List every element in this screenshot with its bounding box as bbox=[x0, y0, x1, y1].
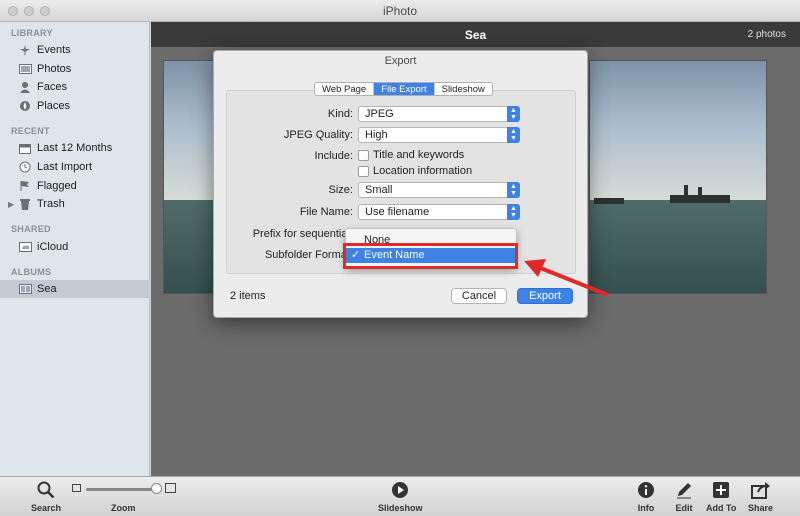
calendar-icon bbox=[18, 142, 32, 154]
title-keywords-checkbox[interactable] bbox=[358, 150, 369, 161]
sidebar-item-faces[interactable]: Faces bbox=[0, 78, 150, 96]
play-icon bbox=[391, 479, 409, 501]
sidebar-item-label: iCloud bbox=[37, 241, 69, 253]
photos-icon bbox=[18, 63, 32, 75]
sidebar-item-label: Last Import bbox=[37, 161, 93, 173]
prefix-label: Prefix for sequential: bbox=[252, 228, 353, 240]
sidebar-item-label: Photos bbox=[37, 63, 72, 75]
chevron-updown-icon: ▲ ▼ bbox=[507, 106, 520, 122]
clock-icon bbox=[18, 161, 32, 173]
file-name-select[interactable]: Use filename ▲ ▼ bbox=[358, 204, 520, 220]
jpeg-quality-label: JPEG Quality: bbox=[283, 129, 353, 141]
tab-web-page[interactable]: Web Page bbox=[315, 83, 375, 95]
flag-icon bbox=[18, 180, 32, 192]
kind-select[interactable]: JPEG ▲ ▼ bbox=[358, 106, 520, 122]
add-to-button[interactable]: Add To bbox=[706, 479, 736, 513]
photo-count: 2 photos bbox=[747, 29, 786, 40]
share-label: Share bbox=[748, 503, 774, 513]
sidebar-item-last-12-months[interactable]: Last 12 Months bbox=[0, 139, 150, 157]
share-icon bbox=[750, 479, 771, 501]
sidebar-item-label: Trash bbox=[37, 198, 65, 210]
sidebar-item-label: Flagged bbox=[37, 180, 77, 192]
places-icon bbox=[18, 100, 32, 112]
section-heading-albums: ALBUMS bbox=[11, 267, 52, 277]
chevron-updown-icon: ▲ ▼ bbox=[507, 204, 520, 220]
annotation-highlight-box bbox=[343, 243, 518, 269]
slideshow-button[interactable]: Slideshow bbox=[378, 479, 423, 513]
items-count: 2 items bbox=[230, 290, 266, 302]
sidebar-item-label: Places bbox=[37, 100, 71, 112]
sidebar-item-photos[interactable]: Photos bbox=[0, 60, 150, 78]
trash-icon bbox=[18, 198, 32, 210]
sidebar-item-last-import[interactable]: Last Import bbox=[0, 158, 150, 176]
main-header: Sea 2 photos bbox=[151, 22, 800, 47]
add-to-label: Add To bbox=[706, 503, 737, 513]
share-button[interactable]: Share bbox=[748, 479, 773, 513]
tab-file-export[interactable]: File Export bbox=[374, 83, 435, 95]
zoom-slider-knob[interactable] bbox=[151, 483, 162, 494]
sidebar-item-events[interactable]: Events bbox=[0, 41, 150, 59]
section-heading-shared: SHARED bbox=[11, 224, 51, 234]
dialog-title: Export bbox=[384, 55, 417, 67]
edit-button[interactable]: Edit bbox=[675, 479, 693, 513]
section-heading-recent: RECENT bbox=[11, 126, 50, 136]
info-icon bbox=[637, 479, 655, 501]
size-value: Small bbox=[365, 184, 393, 196]
size-label: Size: bbox=[328, 184, 353, 196]
export-tabs: Web Page File Export Slideshow bbox=[314, 82, 493, 96]
info-label: Info bbox=[637, 503, 655, 513]
sidebar-item-sea[interactable]: Sea bbox=[0, 280, 150, 298]
include-label: Include: bbox=[314, 150, 353, 162]
chevron-updown-icon: ▲ ▼ bbox=[507, 182, 520, 198]
chevron-updown-icon: ▲ ▼ bbox=[507, 127, 520, 143]
sidebar-item-label: Events bbox=[37, 44, 71, 56]
jpeg-quality-value: High bbox=[365, 129, 388, 141]
file-name-value: Use filename bbox=[365, 206, 430, 218]
search-icon bbox=[37, 479, 55, 501]
jpeg-quality-select[interactable]: High ▲ ▼ bbox=[358, 127, 520, 143]
search-label: Search bbox=[31, 503, 62, 513]
events-icon bbox=[18, 44, 32, 56]
photo-thumbnail-2[interactable] bbox=[589, 60, 767, 294]
section-heading-library: LIBRARY bbox=[11, 28, 53, 38]
pencil-icon bbox=[675, 479, 693, 501]
annotation-arrow-icon bbox=[524, 259, 609, 297]
zoom-large-icon bbox=[165, 483, 176, 493]
faces-icon bbox=[18, 81, 32, 93]
kind-label: Kind: bbox=[327, 108, 353, 120]
album-icon bbox=[18, 283, 32, 295]
location-info-label: Location information bbox=[373, 165, 473, 177]
tab-slideshow[interactable]: Slideshow bbox=[435, 83, 492, 95]
zoom-small-icon bbox=[72, 484, 81, 492]
sidebar-item-label: Faces bbox=[37, 81, 67, 93]
kind-value: JPEG bbox=[365, 108, 394, 120]
sidebar-item-label: Last 12 Months bbox=[37, 142, 113, 154]
sidebar-item-places[interactable]: Places bbox=[0, 97, 150, 115]
icloud-icon bbox=[18, 241, 32, 253]
search-button[interactable]: Search bbox=[31, 479, 61, 513]
sidebar-item-label: Sea bbox=[37, 283, 57, 295]
slideshow-label: Slideshow bbox=[378, 503, 423, 513]
plus-icon bbox=[712, 479, 730, 501]
bottom-toolbar: Search Zoom Slideshow Info Edit Add To S… bbox=[0, 476, 800, 516]
sidebar: LIBRARY Events Photos Faces Places RECEN… bbox=[0, 22, 150, 476]
sidebar-item-trash[interactable]: Trash bbox=[0, 195, 150, 213]
size-select[interactable]: Small ▲ ▼ bbox=[358, 182, 520, 198]
file-name-label: File Name: bbox=[299, 206, 353, 218]
title-bar: iPhoto bbox=[0, 0, 800, 22]
sidebar-item-flagged[interactable]: Flagged bbox=[0, 177, 150, 195]
title-keywords-label: Title and keywords bbox=[373, 149, 465, 161]
zoom-label: Zoom bbox=[111, 503, 136, 513]
zoom-slider[interactable] bbox=[86, 488, 158, 491]
sidebar-item-icloud[interactable]: iCloud bbox=[0, 238, 150, 256]
album-title: Sea bbox=[464, 28, 487, 42]
info-button[interactable]: Info bbox=[637, 479, 655, 513]
window-title: iPhoto bbox=[382, 4, 418, 18]
edit-label: Edit bbox=[675, 503, 693, 513]
location-info-checkbox[interactable] bbox=[358, 166, 369, 177]
cancel-button[interactable]: Cancel bbox=[451, 288, 507, 304]
subfolder-format-label: Subfolder Format: bbox=[264, 249, 353, 261]
